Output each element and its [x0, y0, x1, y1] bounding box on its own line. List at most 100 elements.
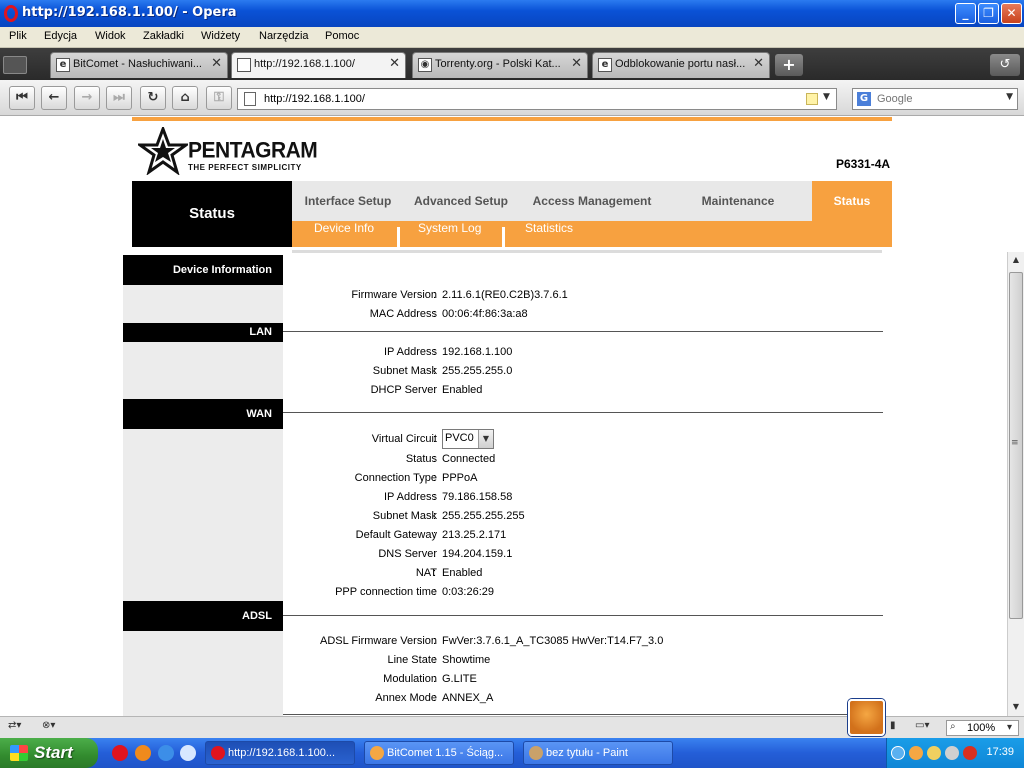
note-icon[interactable]	[806, 93, 818, 105]
brand-name: PENTAGRAM	[188, 138, 318, 163]
row-value: 00:06:4f:86:3a:a8	[442, 308, 528, 320]
info-row: Default Gateway: 213.25.2.171	[355, 529, 507, 541]
scroll-grip-icon: ≡	[1011, 438, 1019, 448]
dog-icon: ◉	[418, 58, 432, 72]
zoom-control[interactable]: ⌕ 100% ▾	[946, 720, 1019, 736]
scroll-down-icon[interactable]: ▼	[1008, 699, 1024, 715]
tab-bitcomet[interactable]: e BitComet - Nasłuchiwani... ✕	[50, 52, 228, 78]
bitcomet-floating-icon[interactable]	[848, 699, 885, 736]
tab-torrenty[interactable]: ◉ Torrenty.org - Polski Kat... ✕	[412, 52, 588, 78]
page-icon	[244, 92, 256, 106]
address-bar[interactable]: ▼	[237, 88, 837, 110]
row-value: 0:03:26:29	[442, 586, 494, 598]
row-value: 255.255.255.0	[442, 365, 513, 377]
close-window-button[interactable]: ✕	[1001, 3, 1022, 24]
page-info-icon[interactable]: ▮	[890, 720, 896, 731]
subnav-device-info[interactable]: Device Info	[314, 221, 374, 247]
restore-button[interactable]: ❐	[978, 3, 999, 24]
info-row: IP Address: 192.168.1.100	[384, 346, 513, 358]
chevron-down-icon[interactable]: ▼	[478, 430, 493, 448]
info-row: Status: Connected	[405, 453, 496, 465]
firefox-quicklaunch-icon[interactable]	[135, 745, 151, 761]
tab-odblokowanie[interactable]: e Odblokowanie portu nasł... ✕	[592, 52, 770, 78]
antivirus-tray-icon[interactable]	[963, 746, 977, 760]
desktop-quicklaunch-icon[interactable]	[180, 745, 196, 761]
menu-widok[interactable]: Widok	[95, 30, 126, 42]
task-bitcomet[interactable]: BitComet 1.15 - Ściąg...	[364, 741, 514, 765]
menu-zakladki[interactable]: Zakładki	[143, 30, 184, 42]
reload-button[interactable]: ↻	[140, 86, 166, 110]
zoom-value: 100%	[967, 722, 996, 734]
address-input[interactable]	[264, 91, 784, 107]
windows-taskbar: Start http://192.168.1.100... BitComet 1…	[0, 738, 1024, 768]
tab-close-icon[interactable]: ✕	[571, 56, 582, 71]
home-button[interactable]: ⌂	[172, 86, 198, 110]
google-icon[interactable]: G	[857, 92, 871, 106]
rewind-button[interactable]: ⏮	[9, 86, 35, 110]
tab-close-icon[interactable]: ✕	[211, 56, 222, 71]
row-label: Line State	[387, 654, 437, 666]
subnav-system-log[interactable]: System Log	[418, 221, 481, 247]
tray-app-icon[interactable]	[945, 746, 959, 760]
virtual-circuit-select[interactable]: PVC0 ▼	[442, 429, 494, 449]
search-dropdown-icon[interactable]: ▼	[1006, 92, 1013, 102]
nav-access-management[interactable]: Access Management	[522, 181, 662, 221]
fast-forward-button[interactable]: ⏭	[106, 86, 132, 110]
pentagram-star-icon	[138, 127, 188, 175]
info-row: MAC Address: 00:06:4f:86:3a:a8	[369, 308, 528, 320]
menu-narzedzia[interactable]: Narzędzia	[259, 30, 309, 42]
section-wan-heading: WAN	[123, 399, 283, 429]
tray-expand-icon[interactable]	[891, 746, 905, 760]
vertical-scrollbar[interactable]: ▲ ≡ ▼	[1007, 252, 1024, 716]
nav-advanced-setup[interactable]: Advanced Setup	[404, 181, 518, 221]
chevron-down-icon[interactable]: ▾	[1007, 722, 1012, 733]
row-value: Enabled	[442, 384, 483, 396]
row-label: MAC Address	[369, 308, 437, 320]
forward-button[interactable]: →	[74, 86, 100, 110]
nav-interface-setup[interactable]: Interface Setup	[292, 181, 404, 221]
info-row: NAT: Enabled	[415, 567, 483, 579]
address-dropdown-icon[interactable]: ▼	[823, 92, 830, 102]
image-mode-icon[interactable]: ▭▾	[915, 720, 929, 731]
row-value: PPPoA	[442, 472, 478, 484]
nav-maintenance[interactable]: Maintenance	[670, 181, 806, 221]
panel-toggle-button[interactable]	[3, 56, 27, 74]
info-row: Firmware Version: 2.11.6.1(RE0.C2B)3.7.6…	[351, 289, 568, 301]
nav-status[interactable]: Status	[812, 181, 892, 221]
info-row: Connection Type: PPPoA	[354, 472, 478, 484]
title-bar: http://192.168.1.100/ - Opera _ ❐ ✕	[0, 0, 1024, 27]
model-name: P6331-4A	[836, 157, 891, 171]
tab-close-icon[interactable]: ✕	[753, 56, 764, 71]
bitcomet-tray-icon[interactable]	[909, 746, 923, 760]
new-tab-button[interactable]: +	[775, 54, 803, 76]
windows-flag-icon	[10, 745, 28, 761]
search-input[interactable]	[877, 91, 997, 107]
menu-plik[interactable]: Plik	[9, 30, 27, 42]
minimize-button[interactable]: _	[955, 3, 976, 24]
search-box[interactable]: G ▼	[852, 88, 1018, 110]
tab-router[interactable]: http://192.168.1.100/ ✕	[231, 52, 406, 78]
tab-title: Odblokowanie portu nasł...	[615, 58, 746, 70]
row-value: ANNEX_A	[442, 692, 494, 704]
turbo-icon[interactable]: ⇄▾	[8, 720, 21, 731]
start-button[interactable]: Start	[0, 738, 98, 768]
closed-tabs-trash-icon[interactable]: ↺	[990, 54, 1020, 76]
ie-page-icon: e	[598, 58, 612, 72]
opera-quicklaunch-icon[interactable]	[112, 745, 128, 761]
row-label: Virtual Circuit	[371, 433, 437, 445]
subnav-statistics[interactable]: Statistics	[525, 221, 573, 247]
back-button[interactable]: ←	[41, 86, 67, 110]
task-paint[interactable]: bez tytułu - Paint	[523, 741, 673, 765]
unite-icon[interactable]: ⊗▾	[42, 720, 55, 731]
menu-edycja[interactable]: Edycja	[44, 30, 77, 42]
tab-close-icon[interactable]: ✕	[389, 56, 400, 71]
security-key-icon[interactable]: ⚿	[206, 86, 232, 110]
menu-pomoc[interactable]: Pomoc	[325, 30, 359, 42]
tray-app-icon[interactable]	[927, 746, 941, 760]
menu-widzety[interactable]: Widżety	[201, 30, 240, 42]
row-value: Showtime	[442, 654, 491, 666]
ie-quicklaunch-icon[interactable]	[158, 745, 174, 761]
task-opera[interactable]: http://192.168.1.100...	[205, 741, 355, 765]
scroll-up-icon[interactable]: ▲	[1008, 252, 1024, 268]
section-lan-heading: LAN	[123, 323, 283, 342]
